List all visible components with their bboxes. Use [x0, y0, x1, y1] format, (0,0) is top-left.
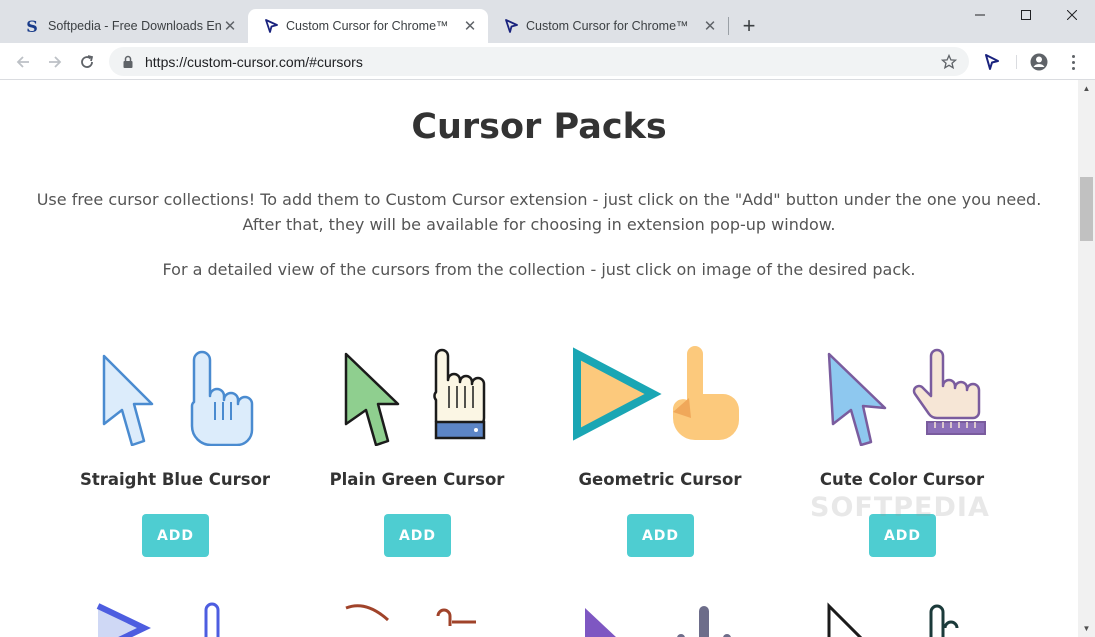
straight-blue-cursor-preview[interactable]: [84, 346, 266, 446]
maximize-icon: [1021, 10, 1031, 20]
close-icon: [1067, 10, 1077, 20]
tab-close-icon[interactable]: ✕: [702, 18, 718, 35]
intro-detail-text: For a detailed view of the cursors from …: [162, 260, 916, 279]
pack-name: Cute Color Cursor: [819, 470, 985, 489]
reload-icon: [81, 55, 94, 68]
tab-title: Custom Cursor for Chrome™: [286, 19, 449, 33]
cursor-pack-preview-partial[interactable]: [569, 598, 751, 637]
custom-cursor-extension-icon[interactable]: [979, 51, 1003, 73]
tab-separator: [728, 17, 729, 35]
dot: [1071, 60, 1075, 64]
cursor-pack-card: Cute Color Cursor ADD: [781, 342, 1023, 562]
minimize-icon: [975, 14, 985, 16]
pack-name: Straight Blue Cursor: [79, 470, 271, 489]
intro-text: Use free cursor collections! To add them…: [0, 187, 1078, 237]
intro-line: After that, they will be available for c…: [242, 215, 836, 234]
cursor-pack-preview-partial[interactable]: [811, 598, 993, 637]
profile-avatar-icon[interactable]: [1028, 51, 1050, 73]
tab-title: Softpedia - Free Downloads Ency: [48, 19, 222, 33]
dot: [1071, 54, 1075, 58]
cursor-pack-card: Plain Green Cursor ADD: [296, 342, 538, 562]
forward-button[interactable]: [41, 48, 69, 76]
geometric-cursor-preview[interactable]: [569, 346, 751, 446]
minimize-button[interactable]: [957, 0, 1003, 30]
browser-toolbar: https://custom-cursor.com/#cursors: [0, 43, 1095, 80]
softpedia-icon: S: [26, 16, 38, 36]
add-button[interactable]: ADD: [142, 514, 209, 557]
new-tab-button[interactable]: +: [736, 13, 762, 39]
add-button[interactable]: ADD: [627, 514, 694, 557]
page-viewport: Cursor Packs Use free cursor collections…: [0, 80, 1078, 637]
maximize-button[interactable]: [1003, 0, 1049, 30]
plain-green-cursor-preview[interactable]: [326, 346, 508, 446]
pack-name: Geometric Cursor: [578, 470, 742, 489]
dot: [1071, 66, 1075, 70]
softpedia-watermark: SOFTPEDIA: [810, 492, 990, 523]
chrome-menu-button[interactable]: [1062, 51, 1084, 73]
tab-custom-cursor-active[interactable]: Custom Cursor for Chrome™ ✕: [248, 9, 488, 43]
tab-close-icon[interactable]: ✕: [222, 18, 238, 35]
back-button[interactable]: [9, 48, 37, 76]
page-title: Cursor Packs: [411, 107, 667, 147]
browser-titlebar: S Softpedia - Free Downloads Ency ✕ Cust…: [0, 0, 1095, 43]
arrow-right-icon: [49, 56, 62, 68]
intro-line: Use free cursor collections! To add them…: [36, 190, 1042, 209]
scroll-down-arrow-icon[interactable]: ▼: [1078, 620, 1095, 637]
cursor-pack-preview-partial[interactable]: [326, 598, 508, 637]
scrollbar-thumb[interactable]: [1080, 177, 1093, 241]
bookmark-star-icon[interactable]: [941, 53, 957, 70]
address-bar[interactable]: https://custom-cursor.com/#cursors: [109, 47, 969, 76]
tab-softpedia[interactable]: S Softpedia - Free Downloads Ency ✕: [8, 9, 248, 43]
scroll-up-arrow-icon[interactable]: ▲: [1078, 80, 1095, 97]
cursor-pack-card: Geometric Cursor ADD: [539, 342, 781, 562]
tab-custom-cursor[interactable]: Custom Cursor for Chrome™ ✕: [488, 9, 728, 43]
cursor-pack-card: Straight Blue Cursor ADD: [54, 342, 296, 562]
vertical-scrollbar[interactable]: ▲ ▼: [1078, 80, 1095, 637]
add-button[interactable]: ADD: [384, 514, 451, 557]
lock-icon: [123, 55, 133, 68]
cursor-pack-preview-partial[interactable]: [84, 598, 266, 637]
pack-name: Plain Green Cursor: [329, 470, 505, 489]
arrow-left-icon: [16, 56, 29, 68]
tab-title: Custom Cursor for Chrome™: [526, 19, 689, 33]
custom-cursor-icon: [265, 19, 278, 33]
custom-cursor-icon: [505, 19, 518, 33]
cute-color-cursor-preview[interactable]: [811, 346, 993, 446]
toolbar-divider: [1016, 55, 1017, 69]
tab-close-icon[interactable]: ✕: [462, 18, 478, 35]
close-window-button[interactable]: [1049, 0, 1095, 30]
reload-button[interactable]: [73, 48, 101, 76]
url-text: https://custom-cursor.com/#cursors: [145, 53, 363, 70]
